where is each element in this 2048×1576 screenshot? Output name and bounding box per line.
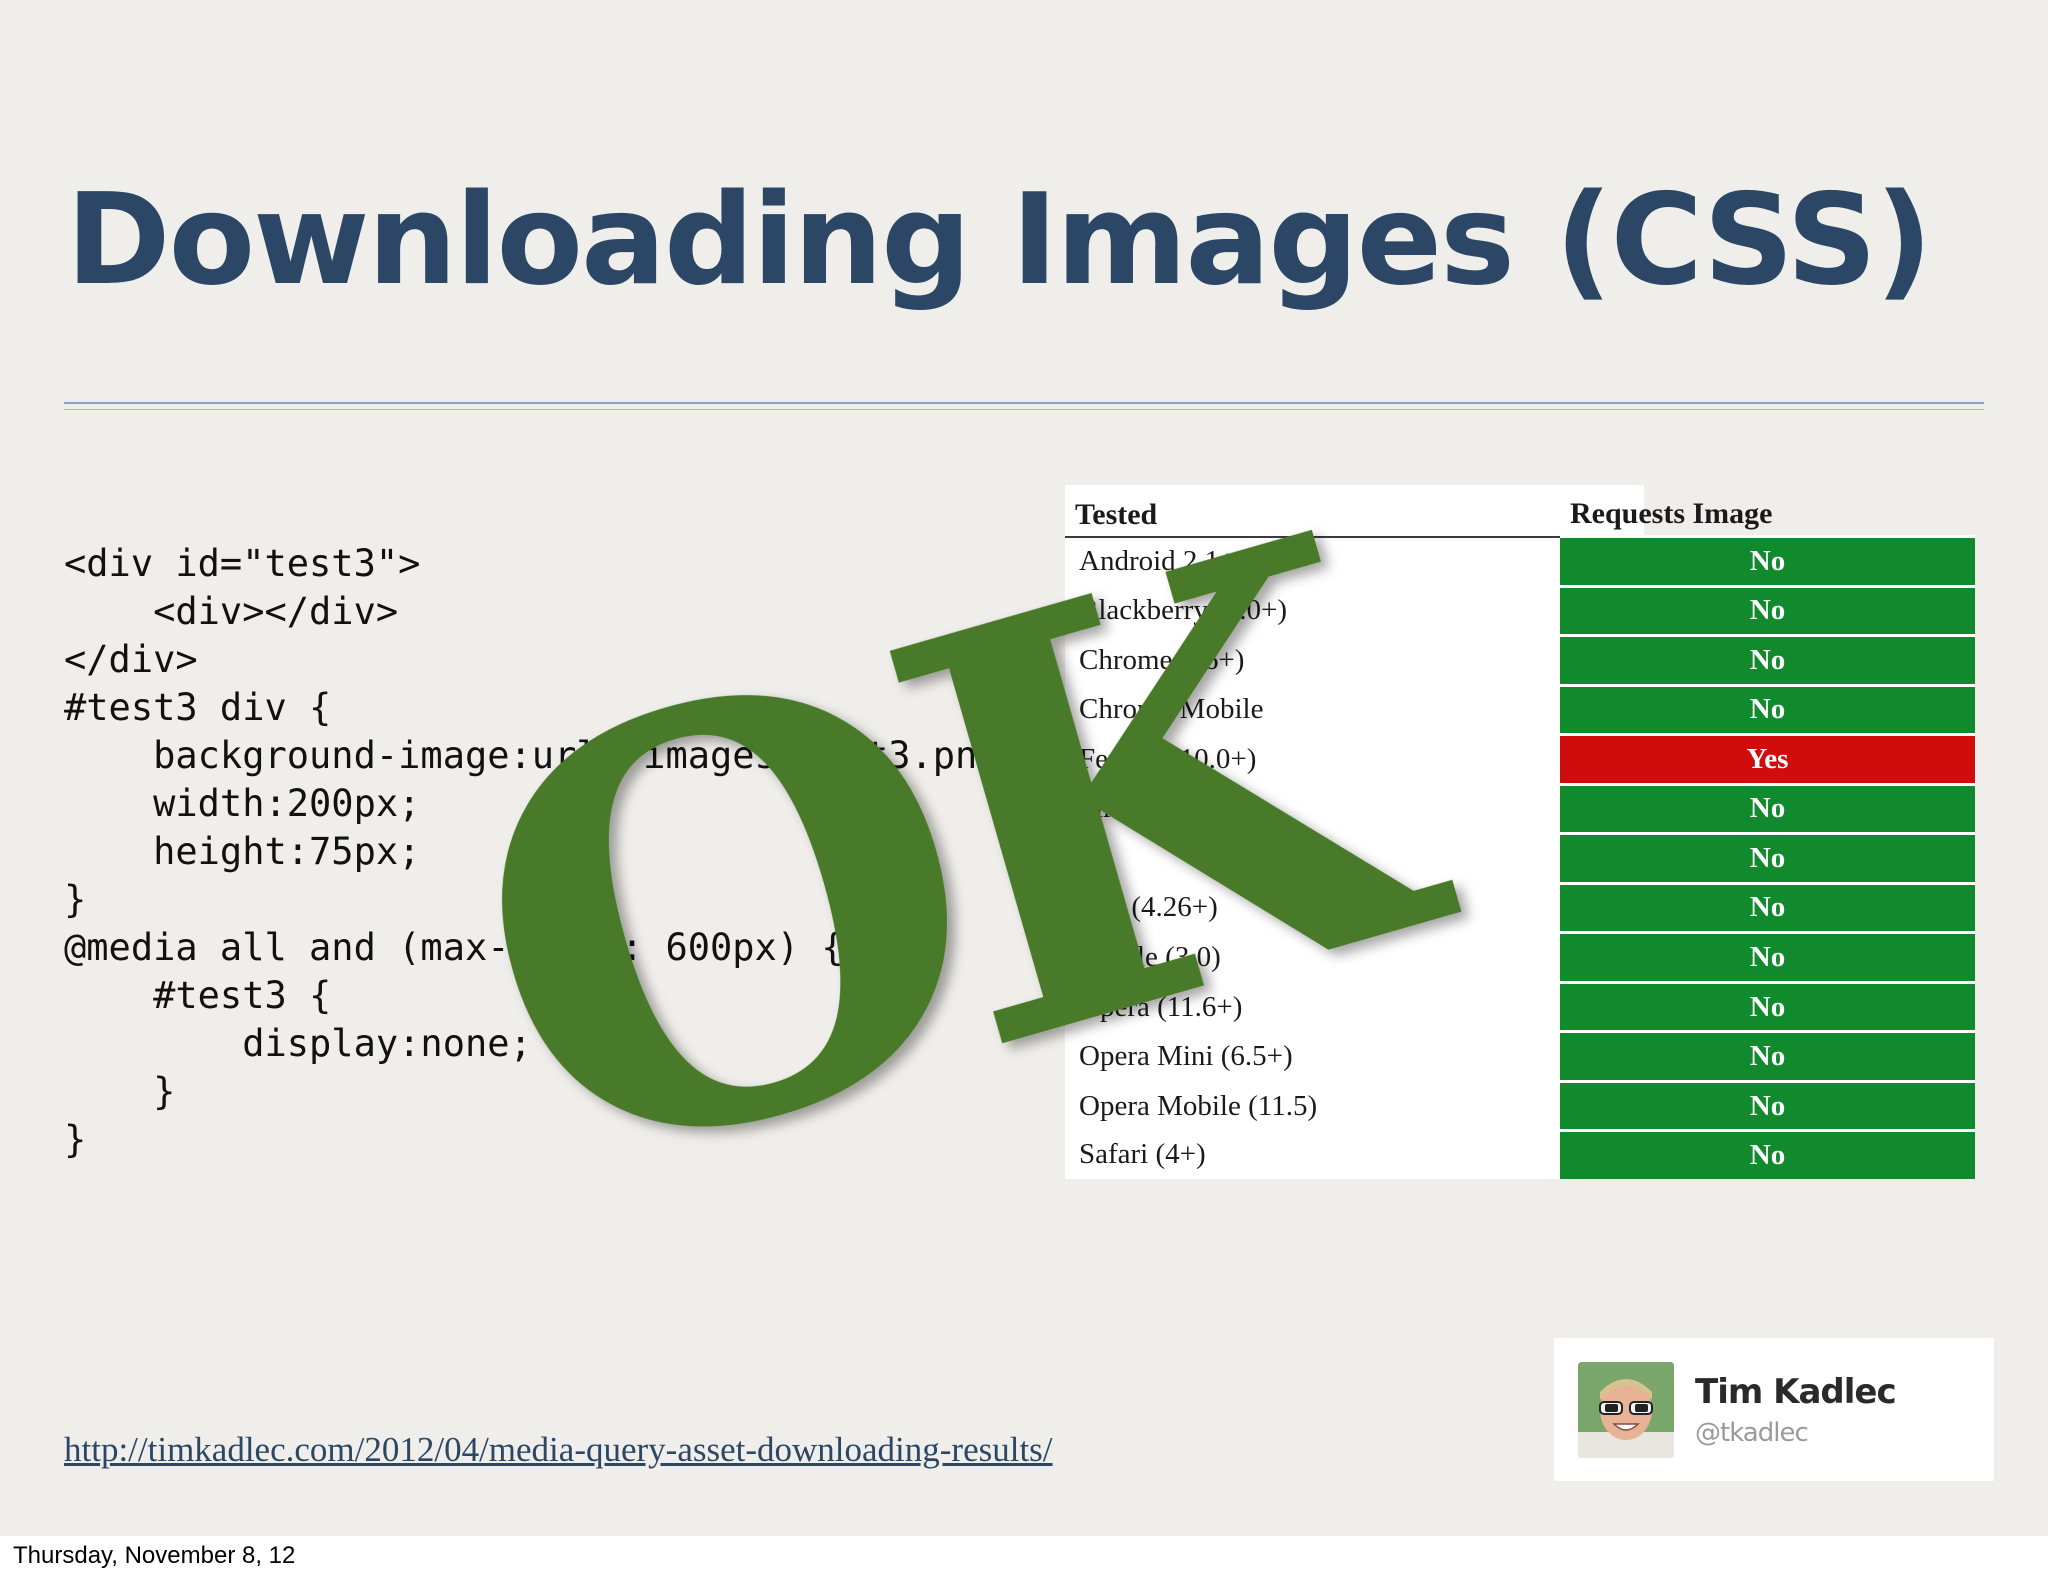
twitter-profile-card: Tim Kadlec @tkadlec (1554, 1338, 1994, 1481)
requests-image-cell: No (1560, 535, 1975, 587)
requests-image-cell: No (1560, 1030, 1975, 1082)
requests-image-cell: No (1560, 931, 1975, 983)
requests-image-cell: No (1560, 980, 1975, 1032)
requests-image-cell: No (1560, 584, 1975, 636)
avatar (1578, 1362, 1674, 1458)
slide-title: Downloading Images (CSS) (66, 166, 1933, 313)
avatar-photo-icon (1578, 1362, 1674, 1458)
ok-stamp: OK (402, 406, 1502, 1302)
column-header-requests-image: Requests Image (1560, 485, 1975, 538)
requests-image-cell: Yes (1560, 733, 1975, 785)
requests-image-cell: No (1560, 832, 1975, 884)
requests-image-cell: No (1560, 683, 1975, 735)
slide: Downloading Images (CSS) <div id="test3"… (0, 0, 2048, 1536)
profile-name: Tim Kadlec (1695, 1372, 1897, 1412)
title-divider (64, 402, 1984, 404)
requests-image-cell: No (1560, 634, 1975, 686)
profile-handle: @tkadlec (1695, 1418, 1809, 1448)
requests-image-cell: No (1560, 782, 1975, 834)
requests-image-cell: No (1560, 1129, 1975, 1179)
footer-date: Thursday, November 8, 12 (13, 1542, 296, 1569)
title-divider-thin (64, 409, 1984, 410)
requests-image-cell: No (1560, 881, 1975, 933)
requests-image-cell: No (1560, 1079, 1975, 1131)
source-link[interactable]: http://timkadlec.com/2012/04/media-query… (64, 1430, 1053, 1470)
